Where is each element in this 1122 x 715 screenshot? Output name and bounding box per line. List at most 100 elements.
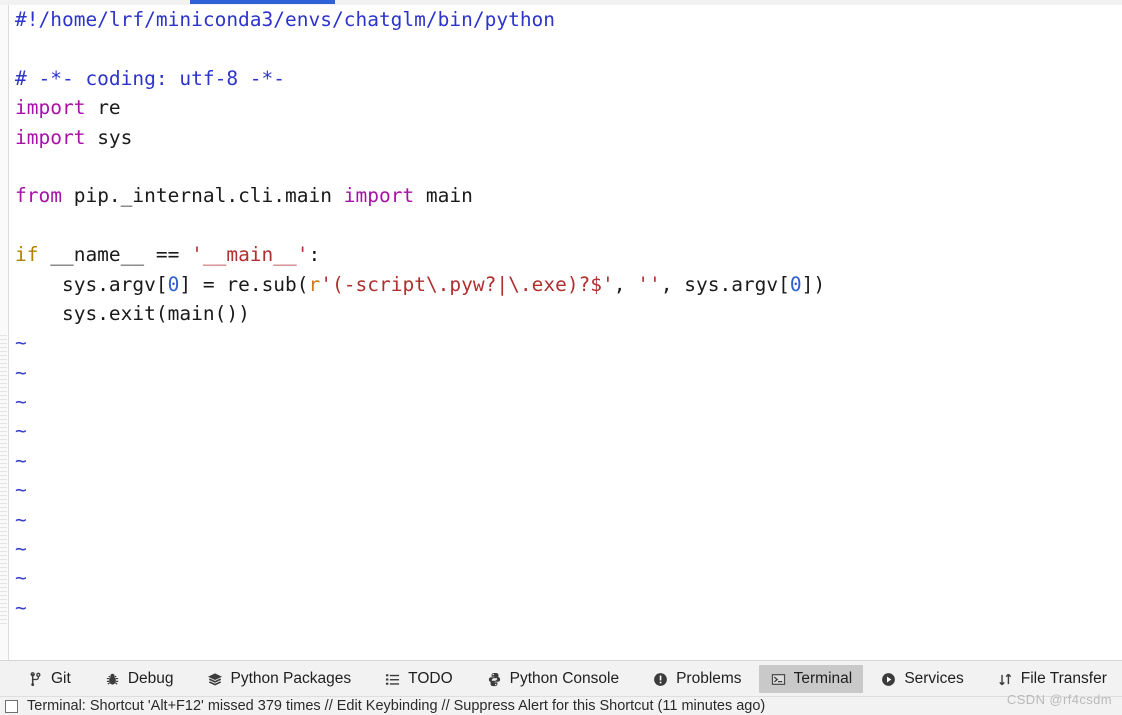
code-token-prefix: r <box>308 272 321 296</box>
tool-tab-label: TODO <box>408 670 453 688</box>
gutter-marker <box>0 419 7 420</box>
code-token-plain: sys <box>85 125 133 149</box>
gutter-marker <box>0 455 7 456</box>
gutter-marker <box>0 567 7 568</box>
code-token-number: 0 <box>789 272 802 296</box>
gutter-marker <box>0 347 7 348</box>
tool-tab-python-console[interactable]: Python Console <box>475 665 630 693</box>
code-line[interactable] <box>9 34 1114 63</box>
gutter-marker <box>0 431 7 432</box>
tool-tab-label: Problems <box>676 670 742 688</box>
code-line[interactable]: sys.argv[0] = re.sub(r'(-script\.pyw?|\.… <box>9 270 1114 299</box>
gutter-marker <box>0 559 7 560</box>
code-token-plain: ] = re.sub( <box>179 272 309 296</box>
gutter-marker <box>0 395 7 396</box>
gutter-marker <box>0 535 7 536</box>
tool-tab-label: File Transfer <box>1020 670 1107 688</box>
tool-tab-python-packages[interactable]: Python Packages <box>196 665 363 693</box>
code-token-keyword: import <box>15 96 86 120</box>
tilde-icon: ~ <box>15 507 27 531</box>
gutter-marker <box>0 463 7 464</box>
tool-tab-git[interactable]: Git <box>16 665 82 693</box>
status-bar: Terminal: Shortcut 'Alt+F12' missed 379 … <box>0 696 1122 715</box>
active-tab-accent-underline <box>190 0 335 4</box>
code-line[interactable]: from pip._internal.cli.main import main <box>9 181 1114 210</box>
code-token-string: '' <box>637 272 661 296</box>
code-token-keyword: import <box>15 125 86 149</box>
gutter-marker <box>0 543 7 544</box>
gutter-marker <box>0 371 7 372</box>
gutter-marker <box>0 603 7 604</box>
gutter-marker <box>0 591 7 592</box>
code-content[interactable]: #!/home/lrf/miniconda3/envs/chatglm/bin/… <box>9 5 1114 660</box>
gutter-marker <box>0 363 7 364</box>
code-editor[interactable]: #!/home/lrf/miniconda3/envs/chatglm/bin/… <box>0 5 1122 660</box>
editor-gutter[interactable] <box>0 5 9 660</box>
gutter-marker <box>0 423 7 424</box>
code-token-plain: pip._internal.cli.main <box>61 184 344 208</box>
gutter-marker <box>0 475 7 476</box>
bug-icon <box>104 671 121 688</box>
code-line[interactable]: # -*- coding: utf-8 -*- <box>9 64 1114 93</box>
empty-line-marker: ~ <box>9 593 1114 622</box>
tool-tab-todo[interactable]: TODO <box>373 665 464 693</box>
gutter-marker <box>0 439 7 440</box>
checklist-icon <box>384 671 401 688</box>
tilde-icon: ~ <box>15 360 27 384</box>
code-line[interactable]: if __name__ == '__main__': <box>9 240 1114 269</box>
gutter-marker <box>0 335 7 336</box>
tilde-icon: ~ <box>15 478 27 502</box>
code-token-plain: re <box>85 96 121 120</box>
code-token-string: '__main__' <box>191 243 309 267</box>
gutter-marker <box>0 411 7 412</box>
exclamation-circle-icon <box>652 671 669 688</box>
code-token-string: '(-script\.pyw?|\.exe)?$' <box>320 272 614 296</box>
empty-line-marker: ~ <box>9 358 1114 387</box>
code-line[interactable]: sys.exit(main()) <box>9 299 1114 328</box>
tilde-icon: ~ <box>15 331 27 355</box>
terminal-icon <box>770 671 787 688</box>
gutter-marker <box>0 343 7 344</box>
gutter-marker <box>0 387 7 388</box>
gutter-marker <box>0 523 7 524</box>
gutter-marker <box>0 515 7 516</box>
layers-icon <box>207 671 224 688</box>
tool-tab-terminal[interactable]: Terminal <box>758 665 864 693</box>
code-token-keyword: from <box>15 184 62 208</box>
tool-tab-services[interactable]: Services <box>869 665 974 693</box>
gutter-marker <box>0 575 7 576</box>
code-token-plain: sys.argv[ <box>61 272 168 296</box>
empty-line-marker: ~ <box>9 505 1114 534</box>
gutter-marker <box>0 503 7 504</box>
gutter-marker <box>0 607 7 608</box>
gutter-marker <box>0 379 7 380</box>
tool-tab-debug[interactable]: Debug <box>93 665 185 693</box>
gutter-marker <box>0 403 7 404</box>
gutter-marker <box>0 443 7 444</box>
gutter-marker <box>0 619 7 620</box>
gutter-marker <box>0 611 7 612</box>
tool-tab-label: Debug <box>127 670 174 688</box>
code-line[interactable]: import re <box>9 93 1114 122</box>
gutter-marker <box>0 391 7 392</box>
tool-tab-problems[interactable]: Problems <box>641 665 752 693</box>
code-line[interactable]: import sys <box>9 123 1114 152</box>
gutter-marker <box>0 507 7 508</box>
gutter-marker <box>0 415 7 416</box>
code-line[interactable] <box>9 211 1114 240</box>
transfer-arrows-icon <box>997 671 1014 688</box>
gutter-marker <box>0 355 7 356</box>
status-checkbox[interactable] <box>5 699 18 713</box>
gutter-marker <box>0 447 7 448</box>
gutter-marker <box>0 451 7 452</box>
gutter-marker <box>0 339 7 340</box>
gutter-marker <box>0 351 7 352</box>
code-line[interactable]: #!/home/lrf/miniconda3/envs/chatglm/bin/… <box>9 5 1114 34</box>
gutter-marker <box>0 383 7 384</box>
tilde-icon: ~ <box>15 448 27 472</box>
code-token-number: 0 <box>167 272 180 296</box>
gutter-marker <box>0 615 7 616</box>
gutter-marker <box>0 479 7 480</box>
code-line[interactable] <box>9 152 1114 181</box>
tool-tab-file-transfer[interactable]: File Transfer <box>986 665 1118 693</box>
